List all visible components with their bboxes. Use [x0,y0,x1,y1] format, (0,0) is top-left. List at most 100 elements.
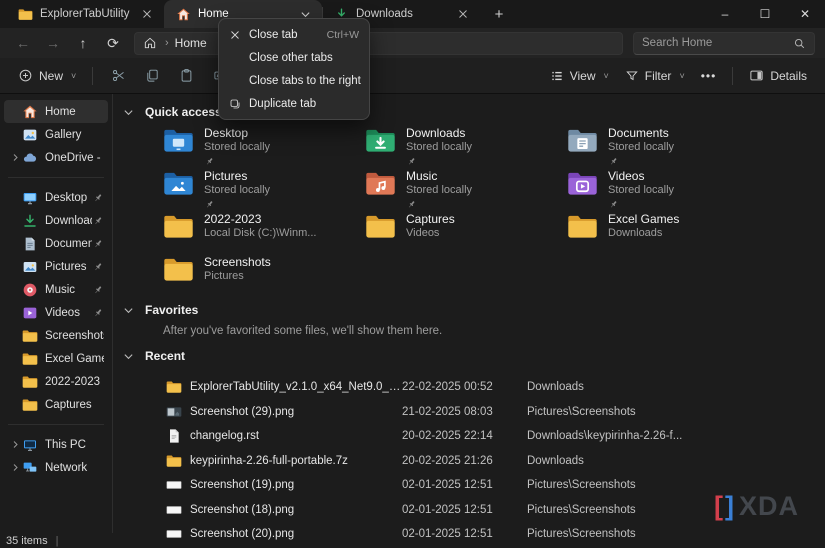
menu-item-close-other-tabs[interactable]: Close other tabs [223,46,365,69]
maximize-button[interactable]: ☐ [745,0,785,28]
sidebar-item-2022-2023[interactable]: 2022-2023 [4,370,108,393]
details-button[interactable]: Details [741,62,815,90]
file-name: keypirinha-2.26-full-portable.7z [190,455,402,467]
xda-text: XDA [739,491,799,522]
sidebar-item-onedrive-persona[interactable]: OneDrive - Persona [4,146,108,169]
sidebar-item-music[interactable]: Music [4,278,108,301]
quick-access-card-music[interactable]: MusicStored locally [365,167,567,210]
sidebar-item-desktop[interactable]: Desktop [4,186,108,209]
sidebar-item-label: Network [45,462,104,474]
chevron-down-icon[interactable] [123,351,135,362]
titlebar: ExplorerTabUtilityHomeDownloads + – ☐ ✕ [0,0,825,28]
quick-access-card-downloads[interactable]: DownloadsStored locally [365,124,567,167]
menu-item-close-tabs-to-the-right[interactable]: Close tabs to the right [223,69,365,92]
cut-button[interactable] [106,62,130,90]
plus-circle-icon [18,68,33,83]
card-text: ScreenshotsPictures [204,256,271,282]
sidebar-item-captures[interactable]: Captures [4,393,108,416]
command-bar: New ˅ View ˅ Filter ˅ ••• Details [0,58,825,94]
sidebar: HomeGalleryOneDrive - Persona DesktopDown… [0,94,113,548]
chevron-down-icon[interactable] [123,305,135,316]
breadcrumb-home[interactable]: Home [175,36,207,50]
card-text: MusicStored locally [406,170,472,210]
menu-item-close-tab[interactable]: Close tabCtrl+W [223,23,365,46]
pin-icon [406,156,417,167]
address-bar[interactable]: › Home [134,32,623,55]
sidebar-item-screenshots[interactable]: Screenshots [4,324,108,347]
sidebar-item-network[interactable]: Network [4,456,108,479]
card-subtitle: Stored locally [204,185,270,197]
card-name: Documents [608,127,674,140]
sidebar-item-excel-games[interactable]: Excel Games [4,347,108,370]
pin-icon [406,199,417,210]
chevron-right-icon[interactable] [8,463,22,472]
quick-access-card-captures[interactable]: CapturesVideos [365,210,567,253]
new-button[interactable]: New ˅ [10,62,84,90]
card-subtitle: Stored locally [406,142,472,154]
sidebar-item-this-pc[interactable]: This PC [4,433,108,456]
recent-file-row[interactable]: keypirinha-2.26-full-portable.7z20-02-20… [113,449,825,474]
up-button[interactable]: ↑ [70,31,96,55]
search-icon[interactable] [793,37,806,50]
quick-access-card-excel-games[interactable]: Excel GamesDownloads [567,210,769,253]
view-button[interactable]: View ˅ [542,62,617,90]
quick-access-card-videos[interactable]: VideosStored locally [567,167,769,210]
tab-explorertabutility[interactable]: ExplorerTabUtility [6,0,164,28]
recent-file-row[interactable]: Screenshot (20).png02-01-2025 12:51Pictu… [113,522,825,547]
sidebar-item-pictures[interactable]: Pictures [4,255,108,278]
sidebar-item-videos[interactable]: Videos [4,301,108,324]
card-text: DownloadsStored locally [406,127,472,167]
search-input[interactable]: Search Home [633,32,815,55]
image-wide-icon [166,526,182,542]
file-date: 02-01-2025 12:51 [402,504,527,516]
download-icon [22,213,38,229]
sidebar-item-documents[interactable]: Documents [4,232,108,255]
minimize-button[interactable]: – [705,0,745,28]
pin-icon [92,307,104,319]
chevron-right-icon[interactable] [8,440,22,449]
quick-access-card-screenshots[interactable]: ScreenshotsPictures [163,253,365,296]
sidebar-item-label: 2022-2023 [45,376,104,388]
card-name: Videos [608,170,674,183]
menu-item-label: Close tab [249,29,319,41]
paste-button[interactable] [174,62,198,90]
breadcrumb-home-icon [143,35,159,51]
close-tab-icon[interactable] [454,5,472,23]
quick-access-card-pictures[interactable]: PicturesStored locally [163,167,365,210]
favorites-header[interactable]: Favorites [113,302,825,318]
sidebar-item-downloads[interactable]: Downloads [4,209,108,232]
recent-file-row[interactable]: Screenshot (29).png21-02-2025 08:03Pictu… [113,400,825,425]
refresh-button[interactable]: ⟳ [100,31,126,55]
back-button[interactable]: ← [10,31,36,55]
close-window-button[interactable]: ✕ [785,0,825,28]
card-text: 2022-2023Local Disk (C:)\Winm... [204,213,316,239]
copy-button[interactable] [140,62,164,90]
more-options-button[interactable]: ••• [693,62,725,90]
menu-item-duplicate-tab[interactable]: Duplicate tab [223,92,365,115]
new-tab-button[interactable]: + [486,2,512,26]
sidebar-item-gallery[interactable]: Gallery [4,123,108,146]
recent-file-row[interactable]: changelog.rst20-02-2025 22:14Downloads\k… [113,424,825,449]
recent-header[interactable]: Recent [113,348,825,364]
folder-icon [567,213,598,240]
close-tab-icon[interactable] [138,5,156,23]
close-icon [229,29,249,41]
documents-folder-icon [567,127,598,154]
recent-file-row[interactable]: ExplorerTabUtility_v2.1.0_x64_Net9.0_Fra… [113,375,825,400]
sidebar-item-home[interactable]: Home [4,100,108,123]
chevron-right-icon[interactable] [8,153,22,162]
quick-access-card-desktop[interactable]: DesktopStored locally [163,124,365,167]
folder-icon [166,379,182,395]
forward-button[interactable]: → [40,31,66,55]
divider [8,177,104,178]
pin-icon [204,199,215,210]
card-subtitle: Pictures [204,271,271,283]
search-placeholder: Search Home [642,37,787,49]
card-name: Excel Games [608,213,679,226]
chevron-down-icon[interactable] [123,107,135,118]
folder-icon [163,213,194,240]
folder-icon [22,328,38,344]
quick-access-card-2022-2023[interactable]: 2022-2023Local Disk (C:)\Winm... [163,210,365,253]
quick-access-card-documents[interactable]: DocumentsStored locally [567,124,769,167]
filter-button[interactable]: Filter ˅ [617,62,693,90]
